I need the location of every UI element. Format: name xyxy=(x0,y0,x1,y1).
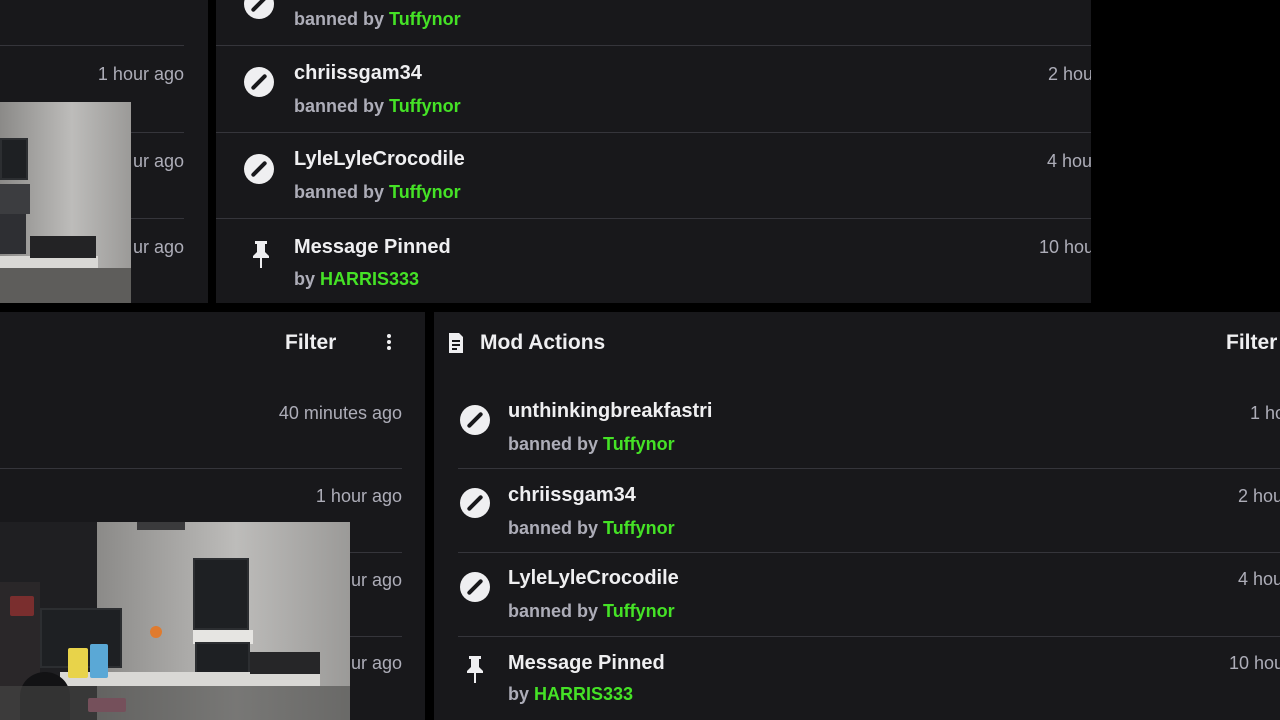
timestamp: 40 minutes ago xyxy=(278,403,402,423)
timestamp: ur ago xyxy=(350,653,402,673)
ban-icon xyxy=(244,0,274,19)
action-byline: banned by Tuffynor xyxy=(294,9,461,29)
more-vertical-icon[interactable] xyxy=(386,332,392,352)
filter-button[interactable]: Filter xyxy=(285,331,336,355)
pin-icon xyxy=(467,656,483,683)
target-username[interactable]: LyleLyleCrocodile xyxy=(508,567,679,590)
timestamp: 2 hou xyxy=(1048,64,1091,84)
webcam-overlay xyxy=(0,522,350,720)
list-item[interactable]: banned by Tuffynor xyxy=(216,0,1091,46)
action-byline: banned by Tuffynor xyxy=(294,96,461,116)
ban-icon xyxy=(460,488,490,518)
moderator-name[interactable]: HARRIS333 xyxy=(534,684,633,704)
action-byline: banned by Tuffynor xyxy=(294,182,461,202)
moderator-name[interactable]: HARRIS333 xyxy=(320,269,419,289)
moderator-name[interactable]: Tuffynor xyxy=(389,9,461,29)
action-byline: by HARRIS333 xyxy=(294,269,420,289)
timestamp: 2 hou xyxy=(1238,486,1280,506)
list-item[interactable]: chriissgam34 banned by Tuffynor 2 hou xyxy=(434,469,1280,556)
timestamp: ur ago xyxy=(132,151,184,171)
timestamp: 10 hou xyxy=(1039,237,1091,257)
action-title: Message Pinned xyxy=(294,236,451,258)
bottom-left-panel: Filter 40 minutes ago 1 hour ago ur ago … xyxy=(0,312,425,720)
row-divider xyxy=(0,468,402,469)
document-icon xyxy=(449,333,463,353)
moderator-name[interactable]: Tuffynor xyxy=(389,96,461,116)
target-username[interactable]: unthinkingbreakfastri xyxy=(508,400,712,423)
action-byline: banned by Tuffynor xyxy=(508,601,675,621)
timestamp: 1 hour ago xyxy=(97,64,184,84)
ban-icon xyxy=(460,405,490,435)
moderator-name[interactable]: Tuffynor xyxy=(603,518,675,538)
list-item[interactable]: Message Pinned by HARRIS333 10 hou xyxy=(434,637,1280,720)
list-item[interactable]: unthinkingbreakfastri banned by Tuffynor… xyxy=(434,384,1280,471)
action-byline: banned by Tuffynor xyxy=(508,518,675,538)
mod-actions-panel: Mod Actions Filter unthinkingbreakfastri… xyxy=(434,312,1280,720)
list-item[interactable]: Message Pinned by HARRIS333 10 hou xyxy=(216,219,1091,303)
moderator-name[interactable]: Tuffynor xyxy=(603,434,675,454)
timestamp: 1 ho xyxy=(1250,403,1280,423)
row-divider xyxy=(0,45,184,46)
action-byline: banned by Tuffynor xyxy=(508,434,675,454)
target-username[interactable]: chriissgam34 xyxy=(508,484,636,507)
list-item[interactable]: LyleLyleCrocodile banned by Tuffynor 4 h… xyxy=(434,553,1280,640)
target-username[interactable]: chriissgam34 xyxy=(294,62,422,85)
ban-icon xyxy=(244,154,274,184)
list-item[interactable]: chriissgam34 banned by Tuffynor 2 hou xyxy=(216,46,1091,133)
ban-icon xyxy=(460,572,490,602)
top-mod-actions-panel: banned by Tuffynor chriissgam34 banned b… xyxy=(216,0,1091,303)
pin-icon xyxy=(253,241,269,268)
webcam-overlay xyxy=(0,102,131,303)
moderator-name[interactable]: Tuffynor xyxy=(389,182,461,202)
timestamp: ur ago xyxy=(132,237,184,257)
timestamp: 4 hou xyxy=(1047,151,1091,171)
action-byline: by HARRIS333 xyxy=(508,684,634,704)
timestamp: 4 hou xyxy=(1238,569,1280,589)
list-item[interactable]: LyleLyleCrocodile banned by Tuffynor 4 h… xyxy=(216,133,1091,220)
timestamp: 1 hour ago xyxy=(315,486,402,506)
target-username[interactable]: LyleLyleCrocodile xyxy=(294,148,465,171)
panel-title: Mod Actions xyxy=(480,331,606,354)
filter-button[interactable]: Filter xyxy=(1226,331,1277,355)
moderator-name[interactable]: Tuffynor xyxy=(603,601,675,621)
timestamp: 10 hou xyxy=(1229,653,1280,673)
action-title: Message Pinned xyxy=(508,652,665,674)
ban-icon xyxy=(244,67,274,97)
top-left-panel: 1 hour ago ur ago ur ago xyxy=(0,0,208,303)
timestamp: ur ago xyxy=(350,570,402,590)
